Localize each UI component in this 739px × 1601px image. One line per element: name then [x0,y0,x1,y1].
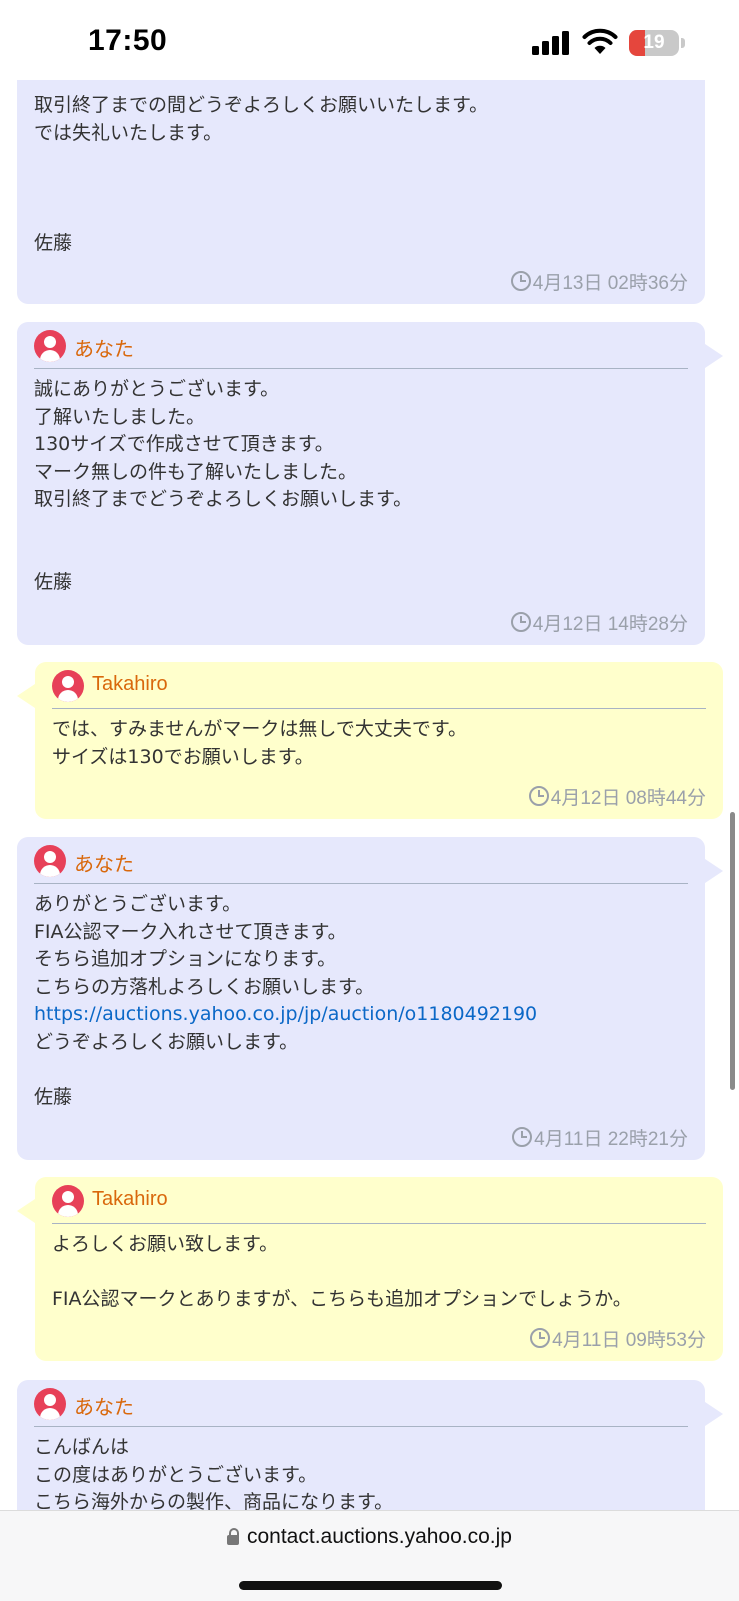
sender-name: Takahiro [92,1188,168,1210]
message-line: 取引終了までどうぞよろしくお願いします。 [34,488,413,510]
message-line [34,1056,688,1084]
bubble-tail [705,1402,723,1426]
message-line: 130サイズで作成させて頂きます。 [34,433,334,455]
message-line: よろしくお願い致します。 [52,1233,279,1255]
message-line [52,1259,706,1287]
home-indicator[interactable] [239,1581,502,1590]
timestamp-text: 4月11日 22時21分 [534,1129,688,1150]
message-body: 取引終了までの間どうぞよろしくお願いいたします。 では失礼いたします。 佐藤 [34,92,688,257]
scroll-indicator[interactable] [730,812,735,1090]
clock-icon [528,786,549,806]
message-body: ありがとうございます。 FIA公認マーク入れさせて頂きます。 そちら追加オプショ… [34,891,688,1111]
status-bar: 17:50 19 [0,0,739,80]
sender-name: あなた [74,854,134,876]
message-body: では、すみませんがマークは無しで大丈夫です。 サイズは130でお願いします。 [52,716,706,771]
address-bar[interactable]: contact.auctions.yahoo.co.jp [0,1525,739,1549]
message-line [34,147,688,175]
message-body: 誠にありがとうございます。 了解いたしました。 130サイズで作成させて頂きます… [34,376,688,596]
message-card: あなた ありがとうございます。 FIA公認マーク入れさせて頂きます。 そちら追加… [17,837,723,1160]
browser-bottom-bar: contact.auctions.yahoo.co.jp [0,1510,739,1601]
message-line: 誠にありがとうございます。 [34,378,280,400]
cellular-signal-icon [532,31,569,55]
message-line: FIA公認マーク入れさせて頂きます。 [34,920,347,943]
message-header: あなた [34,330,688,369]
timestamp-text: 4月13日 02時36分 [532,273,688,294]
bubble-tail [17,684,35,708]
message-timestamp: 4月12日 14時28分 [510,609,688,636]
message-line [34,541,688,569]
url-text[interactable]: contact.auctions.yahoo.co.jp [247,1525,512,1548]
clock-icon [530,1328,551,1348]
clock-icon [512,1127,533,1147]
message-body: こんばんは この度はありがとうございます。 こちら海外からの製作、商品になります… [34,1434,688,1510]
message-line [34,202,688,230]
message-line: FIA公認マークとありますが、こちらも追加オプションでしょうか。 [52,1288,632,1310]
message-line [34,514,688,542]
message-header: Takahiro [52,1185,706,1224]
lock-icon [226,1528,239,1545]
bubble-tail [705,344,723,368]
status-time: 17:50 [88,24,168,57]
message-line: マーク無しの件も了解いたしました。 [34,460,358,483]
message-line: サイズは130でお願いします。 [52,745,314,768]
message-line: この度はありがとうございます。 [34,1463,318,1486]
battery-icon: 19 [629,30,685,56]
clock-icon [510,612,531,632]
auction-link-line: https://auctions.yahoo.co.jp/jp/auction/… [34,1001,688,1029]
sender-name: あなた [74,339,134,361]
message-body: よろしくお願い致します。 FIA公認マークとありますが、こちらも追加オプションで… [52,1231,706,1314]
message-header: Takahiro [52,670,706,709]
message-header: あなた [34,1388,688,1427]
wifi-icon [582,28,618,54]
message-line: 佐藤 [34,231,73,254]
message-line: こんばんは [34,1436,130,1458]
message-card: あなた こんばんは この度はありがとうございます。 こちら海外からの製作、商品に… [17,1380,723,1510]
message-line: 佐藤 [34,570,73,593]
timestamp-text: 4月12日 08時44分 [550,788,706,809]
message-line: では失礼いたします。 [34,121,223,144]
avatar [34,1388,66,1420]
message-line: こちら海外からの製作、商品になります。 [34,1491,394,1510]
message-timestamp: 4月12日 08時44分 [528,783,706,810]
bubble-tail [705,859,723,883]
message-line: 佐藤 [34,1085,73,1108]
timestamp-text: 4月11日 09時53分 [552,1330,706,1351]
avatar [34,845,66,877]
message-card: あなた 誠にありがとうございます。 了解いたしました。 130サイズで作成させて… [17,322,723,645]
message-line: 了解いたしました。 [34,405,206,428]
message-line [34,175,688,203]
timestamp-text: 4月12日 14時28分 [532,614,688,635]
message-line: ありがとうございます。 [34,893,242,915]
avatar [52,670,84,702]
avatar [52,1185,84,1217]
message-line: どうぞよろしくお願いします。 [34,1030,299,1053]
message-timestamp: 4月11日 22時21分 [512,1124,688,1151]
message-header: あなた [34,845,688,884]
message-line: こちらの方落札よろしくお願いします。 [34,975,375,998]
message-line: 取引終了までの間どうぞよろしくお願いいたします。 [34,94,489,116]
message-card: Takahiro よろしくお願い致します。 FIA公認マークとありますが、こちら… [17,1177,723,1361]
auction-link[interactable]: https://auctions.yahoo.co.jp/jp/auction/… [34,1003,537,1025]
sender-name: あなた [74,1397,134,1419]
clock-icon [510,271,531,291]
message-timestamp: 4月11日 09時53分 [530,1325,706,1352]
message-card: Takahiro では、すみませんがマークは無しで大丈夫です。 サイズは130で… [17,662,723,819]
message-line: そちら追加オプションになります。 [34,948,337,970]
battery-level: 19 [643,32,665,53]
message-timestamp: 4月13日 02時36分 [510,268,688,295]
bubble-tail [17,1199,35,1223]
avatar [34,330,66,362]
sender-name: Takahiro [92,673,168,695]
message-line: では、すみませんがマークは無しで大丈夫です。 [52,718,467,740]
message-thread[interactable]: 取引終了までの間どうぞよろしくお願いいたします。 では失礼いたします。 佐藤 4… [0,0,739,1510]
